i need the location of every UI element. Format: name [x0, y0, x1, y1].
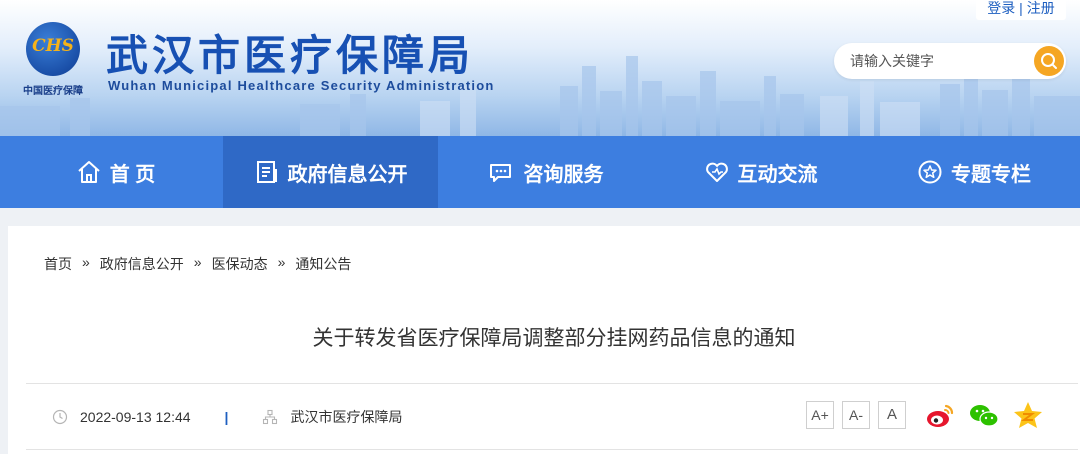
- meta-separator: |: [224, 409, 229, 425]
- wechat-icon[interactable]: [968, 400, 1000, 432]
- nav-label: 首 页: [109, 163, 156, 186]
- search-button[interactable]: [1034, 46, 1064, 76]
- font-reset-label: A: [886, 406, 897, 423]
- breadcrumb-separator: »: [277, 254, 286, 270]
- article-meta: 2022-09-13 12:44 | 武汉市医疗保障局: [52, 402, 402, 432]
- publish-datetime: 2022-09-13 12:44: [80, 409, 191, 425]
- weibo-icon[interactable]: [924, 400, 956, 432]
- nav-label: 政府信息公开: [287, 163, 408, 186]
- breadcrumb-separator: »: [82, 254, 90, 270]
- register-link[interactable]: 注册: [1027, 0, 1055, 16]
- font-decrease-label: A-: [849, 407, 863, 423]
- account-separator: |: [1019, 0, 1023, 16]
- font-decrease-button[interactable]: A-: [842, 401, 870, 429]
- qzone-icon[interactable]: [1012, 400, 1044, 432]
- logo-subtext: 中国医疗保障: [23, 86, 83, 97]
- nav-label: 专题专栏: [951, 163, 1031, 186]
- main-nav: 首 页 政府信息公开 咨询服务 互动交流 专题专栏: [0, 136, 1080, 208]
- article-panel: 首页 » 政府信息公开 » 医保动态 » 通知公告 关于转发省医疗保障局调整部分…: [8, 226, 1080, 454]
- clock-icon: [52, 409, 68, 425]
- site-header: CHS 中国医疗保障 武汉市医疗保障局 Wuhan Municipal Heal…: [0, 0, 1080, 136]
- nav-item-gov-info[interactable]: 政府信息公开: [223, 136, 438, 208]
- breadcrumb-home[interactable]: 首页: [44, 254, 72, 274]
- article-title: 关于转发省医疗保障局调整部分挂网药品信息的通知: [312, 327, 796, 350]
- home-icon: [78, 161, 100, 183]
- nav-item-home[interactable]: 首 页: [8, 136, 223, 208]
- font-increase-label: A+: [811, 407, 829, 423]
- breadcrumb: 首页 » 政府信息公开 » 医保动态 » 通知公告: [44, 254, 351, 274]
- search-icon: [1041, 53, 1057, 69]
- nav-item-consulting[interactable]: 咨询服务: [438, 136, 653, 208]
- nav-label: 互动交流: [737, 163, 818, 186]
- heart-icon: [705, 162, 728, 182]
- font-increase-button[interactable]: A+: [806, 401, 834, 429]
- font-reset-button[interactable]: A: [878, 401, 906, 429]
- breadcrumb-separator: »: [193, 254, 202, 270]
- logo-text: CHS: [32, 36, 74, 56]
- article-source: 武汉市医疗保障局: [290, 409, 403, 425]
- chs-logo[interactable]: CHS 中国医疗保障: [18, 22, 88, 100]
- document-icon: [256, 161, 277, 183]
- breadcrumb-gov-info[interactable]: 政府信息公开: [100, 254, 184, 274]
- breadcrumb-notices[interactable]: 通知公告: [295, 254, 351, 274]
- nav-item-interaction[interactable]: 互动交流: [653, 136, 868, 208]
- chat-icon: [489, 164, 511, 182]
- login-link[interactable]: 登录: [987, 0, 1015, 16]
- nav-item-topics[interactable]: 专题专栏: [868, 136, 1080, 208]
- divider: [26, 383, 1078, 384]
- nav-label: 咨询服务: [523, 163, 604, 186]
- breadcrumb-news[interactable]: 医保动态: [212, 254, 268, 274]
- star-icon: [918, 160, 942, 184]
- search-input[interactable]: [850, 51, 1030, 71]
- site-subtitle: Wuhan Municipal Healthcare Security Admi…: [108, 78, 495, 93]
- site-title: 武汉市医疗保障局: [106, 31, 475, 80]
- account-links: 登录 | 注册: [976, 0, 1066, 20]
- divider: [26, 449, 1078, 450]
- search-box: [834, 43, 1066, 79]
- organization-icon: [263, 409, 278, 425]
